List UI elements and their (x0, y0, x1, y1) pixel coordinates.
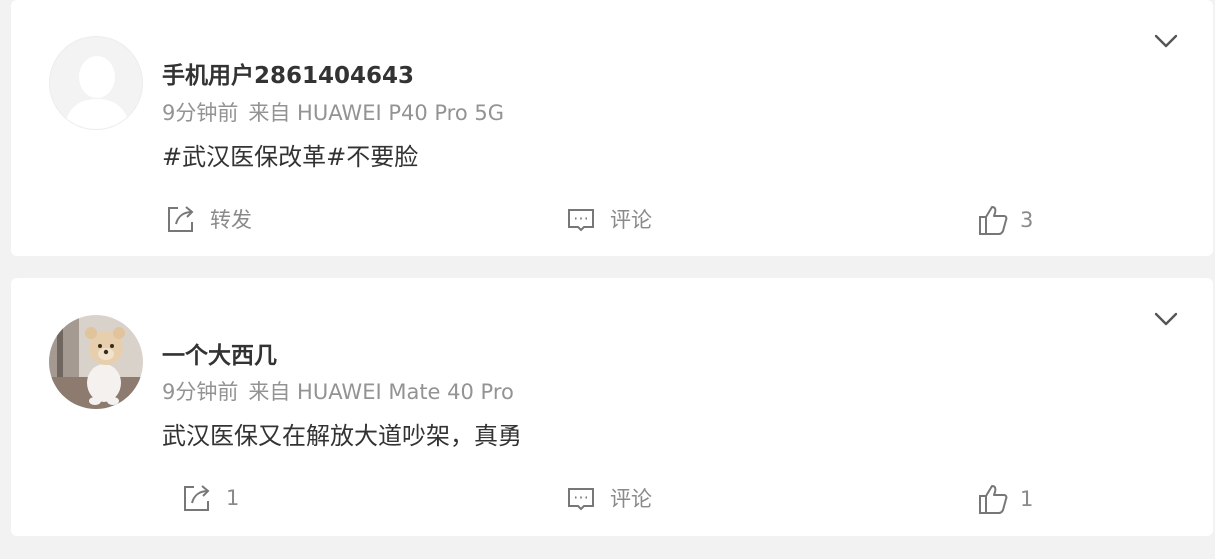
share-button[interactable]: 转发 (166, 204, 252, 234)
comment-button[interactable]: 评论 (566, 483, 652, 513)
post-card: 手机用户2861404643 9分钟前 来自 HUAWEI P40 Pro 5G … (11, 0, 1213, 256)
post-meta: 9分钟前 来自 HUAWEI Mate 40 Pro (162, 376, 514, 406)
post-text: 武汉医保又在解放大道吵架，真勇 (162, 422, 522, 450)
username[interactable]: 一个大西几 (162, 336, 277, 370)
post-time: 9分钟前 (162, 101, 239, 125)
comment-label: 评论 (610, 208, 652, 232)
default-avatar-icon (50, 37, 142, 129)
share-button[interactable]: 1 (182, 483, 239, 513)
thumbs-up-icon (979, 485, 1008, 514)
like-button[interactable]: 1 (978, 483, 1033, 515)
comment-icon (568, 209, 594, 232)
avatar[interactable] (49, 315, 143, 409)
comment-label: 评论 (610, 487, 652, 511)
post-time: 9分钟前 (162, 380, 239, 404)
avatar[interactable] (49, 36, 143, 130)
post-card: 一个大西几 9分钟前 来自 HUAWEI Mate 40 Pro 武汉医保又在解放… (11, 278, 1213, 536)
like-button[interactable]: 3 (978, 204, 1033, 236)
chevron-down-icon[interactable] (1153, 32, 1179, 50)
share-icon (168, 206, 194, 232)
teddy-bear-photo (49, 315, 143, 409)
share-icon (184, 485, 210, 511)
chevron-down-icon[interactable] (1153, 310, 1179, 328)
post-text: #武汉医保改革#不要脸 (162, 143, 419, 171)
comment-button[interactable]: 评论 (566, 204, 652, 234)
share-count: 1 (226, 486, 240, 510)
thumbs-up-icon (979, 206, 1008, 235)
username[interactable]: 手机用户2861404643 (162, 56, 414, 90)
like-count: 3 (1020, 208, 1034, 232)
share-label: 转发 (210, 208, 252, 232)
comment-icon (568, 488, 594, 511)
post-source: 来自 HUAWEI Mate 40 Pro (248, 380, 514, 404)
like-count: 1 (1020, 487, 1034, 511)
post-meta: 9分钟前 来自 HUAWEI P40 Pro 5G (162, 97, 504, 127)
post-source: 来自 HUAWEI P40 Pro 5G (248, 101, 505, 125)
